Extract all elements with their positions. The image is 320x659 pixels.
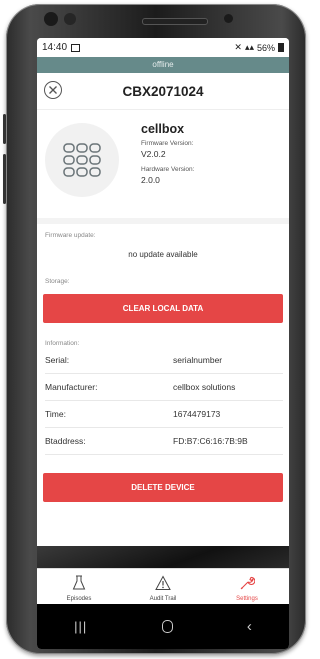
phone-top-bezel <box>26 4 286 36</box>
earpiece-speaker <box>142 18 208 25</box>
battery-percent: 56% <box>256 42 275 53</box>
hardware-version-value: 2.0.0 <box>141 175 160 185</box>
tab-episodes[interactable]: Episodes <box>37 569 121 605</box>
tab-label: Episodes <box>66 596 92 602</box>
storage-label: Storage: <box>45 278 70 285</box>
tab-settings[interactable]: Settings <box>205 569 289 605</box>
info-value: cellbox solutions <box>173 382 236 392</box>
tab-audit-trail[interactable]: Audit Trail <box>121 569 205 605</box>
close-icon <box>49 86 57 94</box>
firmware-update-section: Firmware update: no update available <box>37 224 289 270</box>
status-bar: 14:40 ✕ ▴▴ 56% <box>37 38 289 57</box>
sensor-dot <box>64 13 76 25</box>
gallery-notification-icon <box>71 43 81 52</box>
info-key: Manufacturer: <box>45 382 98 392</box>
connection-banner: offline <box>37 57 289 73</box>
close-button[interactable] <box>44 81 62 99</box>
firmware-update-label: Firmware update: <box>45 232 96 239</box>
volume-button <box>3 154 6 204</box>
status-time: 14:40 <box>42 42 68 53</box>
info-row-serial: Serial: serialnumber <box>45 347 283 374</box>
info-key: Time: <box>45 409 66 419</box>
home-icon[interactable] <box>161 620 173 633</box>
battery-icon <box>278 43 284 52</box>
sensor-dot <box>44 12 58 26</box>
info-value: serialnumber <box>173 355 223 365</box>
volume-button <box>3 114 6 144</box>
device-name: cellbox <box>141 122 185 136</box>
page-title: CBX2071024 <box>122 83 204 99</box>
wrench-icon <box>240 576 255 590</box>
warning-icon <box>155 575 171 590</box>
header: CBX2071024 <box>37 73 289 110</box>
hardware-version-label: Hardware Version: <box>141 166 195 173</box>
tab-label: Audit Trail <box>149 596 177 602</box>
mute-icon: ✕ <box>234 42 242 52</box>
firmware-version-label: Firmware Version: <box>141 140 194 147</box>
signal-icon: ▴▴ <box>244 42 254 52</box>
firmware-version-value: V2.0.2 <box>141 149 166 159</box>
android-nav-bar: ||| ‹ <box>37 604 289 649</box>
app-screen: 14:40 ✕ ▴▴ 56% offline CBX2071024 cellbo… <box>37 38 289 649</box>
delete-device-button[interactable]: DELETE DEVICE <box>43 473 283 502</box>
recent-apps-icon[interactable]: ||| <box>74 619 87 634</box>
device-info: cellbox Firmware Version: V2.0.2 Hardwar… <box>141 122 194 218</box>
information-label: Information: <box>45 340 80 347</box>
info-value: FD:B7:C6:16:7B:9B <box>173 436 248 446</box>
firmware-update-status: no update available <box>128 250 198 259</box>
flask-icon <box>72 575 86 590</box>
tab-label: Settings <box>236 596 258 602</box>
phone-frame: 14:40 ✕ ▴▴ 56% offline CBX2071024 cellbo… <box>3 4 306 654</box>
background-strip <box>37 546 289 568</box>
device-card: cellbox Firmware Version: V2.0.2 Hardwar… <box>37 110 289 224</box>
info-row-manufacturer: Manufacturer: cellbox solutions <box>45 374 283 401</box>
tab-bar: Episodes Audit Trail Settings <box>37 568 289 605</box>
info-row-btaddress: Btaddress: FD:B7:C6:16:7B:9B <box>45 428 283 455</box>
info-key: Serial: <box>45 355 70 365</box>
info-key: Btaddress: <box>45 436 86 446</box>
clear-local-data-button[interactable]: CLEAR LOCAL DATA <box>43 294 283 323</box>
info-value: 1674479173 <box>173 409 221 419</box>
storage-section: Storage: CLEAR LOCAL DATA <box>37 270 289 332</box>
cellbox-logo-icon <box>45 123 119 197</box>
back-icon[interactable]: ‹ <box>247 618 252 635</box>
front-camera-icon <box>224 14 233 23</box>
information-section: Information: Serial: serialnumber Manufa… <box>37 332 289 455</box>
info-row-time: Time: 1674479173 <box>45 401 283 428</box>
